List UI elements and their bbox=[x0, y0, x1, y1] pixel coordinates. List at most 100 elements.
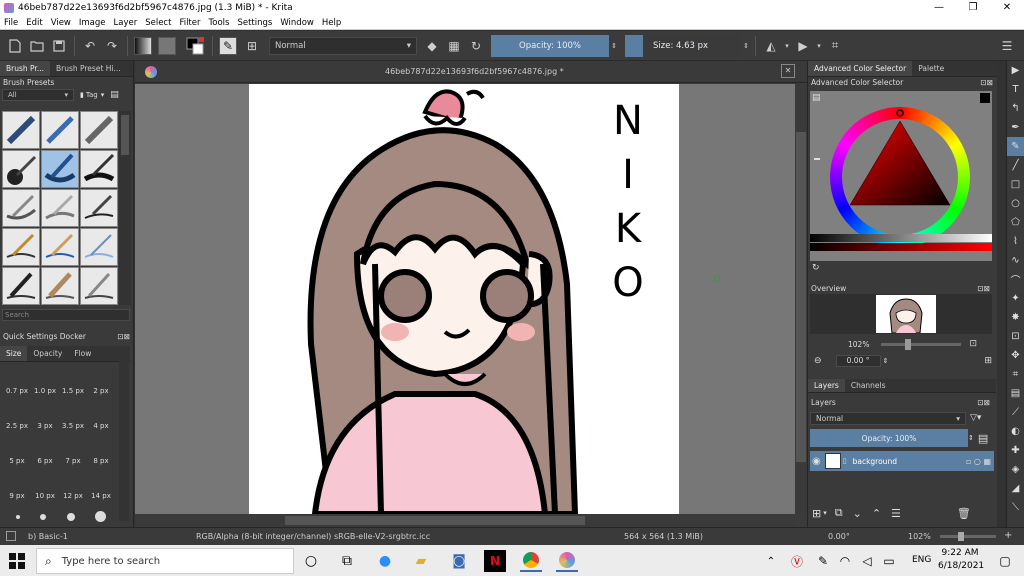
size-spin-icon[interactable]: ⇕ bbox=[741, 35, 751, 57]
delete-layer-icon[interactable]: 🗑 bbox=[957, 507, 971, 520]
status-zoom-handle[interactable] bbox=[958, 532, 964, 541]
brush-preset-tile[interactable] bbox=[80, 267, 118, 305]
crop-tool-icon[interactable]: ⌗ bbox=[1007, 365, 1024, 384]
status-zoom-slider[interactable] bbox=[940, 532, 996, 541]
size-option[interactable]: 1.0 px bbox=[31, 387, 59, 395]
clock-date[interactable]: 6/18/2021 bbox=[938, 561, 984, 571]
docker-float-close-icon[interactable]: ⊡⊠ bbox=[117, 331, 130, 342]
layer-name[interactable]: background bbox=[853, 457, 897, 466]
size-option[interactable]: 10 px bbox=[31, 492, 59, 500]
brush-preset-icon[interactable]: ✎ bbox=[217, 35, 239, 57]
size-option[interactable]: 3.5 px bbox=[59, 422, 87, 430]
dynamic-brush-tool-icon[interactable]: ✦ bbox=[1007, 289, 1024, 308]
show-hidden-icons-icon[interactable]: ⌃ bbox=[760, 550, 782, 572]
color-slider-bar[interactable] bbox=[810, 243, 992, 251]
undo-icon[interactable]: ↶ bbox=[79, 35, 101, 57]
rotation-spin-icon[interactable]: ⇕ bbox=[883, 357, 889, 365]
cursor-tool-icon[interactable]: ▶ bbox=[1007, 61, 1024, 80]
brush-preset-tile-selected[interactable] bbox=[41, 150, 79, 188]
mirror-view-icon[interactable]: ⊞ bbox=[984, 356, 992, 366]
menu-edit[interactable]: Edit bbox=[26, 18, 42, 28]
brush-filter-dropdown[interactable]: All ▾ bbox=[2, 89, 74, 101]
layer-lock-icon[interactable]: ▫ ○ ▦ bbox=[966, 457, 991, 466]
gradient-tool-icon[interactable]: ▤ bbox=[1007, 384, 1024, 403]
zoom-in-icon[interactable]: + bbox=[1004, 530, 1012, 541]
rotation-input[interactable]: 0.00 ° bbox=[835, 355, 881, 367]
brush-preset-tile[interactable] bbox=[80, 228, 118, 266]
tab-opacity[interactable]: Opacity bbox=[27, 346, 68, 361]
brush-preset-tile[interactable] bbox=[41, 228, 79, 266]
size-dot-icon[interactable] bbox=[40, 513, 47, 520]
docker-float-close-icon[interactable]: ⊡⊠ bbox=[977, 283, 990, 294]
brush-preset-tile[interactable] bbox=[2, 267, 40, 305]
size-option[interactable]: 0.7 px bbox=[3, 387, 31, 395]
drawing-canvas[interactable] bbox=[135, 84, 795, 517]
flow-slider[interactable] bbox=[625, 34, 643, 57]
text-tool-icon[interactable]: T bbox=[1007, 80, 1024, 99]
tab-advanced-color-selector[interactable]: Advanced Color Selector bbox=[808, 61, 913, 76]
size-option[interactable]: 3 px bbox=[31, 422, 59, 430]
canvas-viewport[interactable]: N I K O bbox=[135, 84, 795, 517]
tab-flow[interactable]: Flow bbox=[68, 346, 97, 361]
task-view-icon[interactable]: ⧉ bbox=[336, 550, 358, 572]
size-slider[interactable]: Size: 4.63 px bbox=[649, 34, 741, 57]
open-folder-icon[interactable] bbox=[26, 35, 48, 57]
windows-start-icon[interactable] bbox=[6, 550, 28, 572]
docker-float-close-icon[interactable]: ⊡⊠ bbox=[977, 397, 990, 408]
move-tool-icon[interactable]: ✥ bbox=[1007, 346, 1024, 365]
menu-settings[interactable]: Settings bbox=[237, 18, 272, 28]
eye-icon[interactable]: ◉ bbox=[812, 456, 821, 467]
zoom-app-icon[interactable]: ● bbox=[374, 550, 396, 572]
antivirus-tray-icon[interactable]: Ⓥ bbox=[786, 550, 808, 572]
hamburger-menu-icon[interactable]: ☰ bbox=[996, 35, 1018, 57]
rotate-icon[interactable]: ⊖ bbox=[814, 356, 822, 366]
quick-settings-scrollbar[interactable] bbox=[119, 361, 129, 521]
tab-channels[interactable]: Channels bbox=[845, 379, 892, 392]
polyline-tool-icon[interactable]: ⌇ bbox=[1007, 232, 1024, 251]
brush-preset-tile[interactable] bbox=[80, 150, 118, 188]
brush-preset-tile[interactable] bbox=[2, 111, 40, 149]
document-tab-title[interactable]: 46beb787d22e13693f6d2bf5967c4876.jpg * bbox=[385, 67, 564, 76]
clock-time[interactable]: 9:22 AM bbox=[938, 548, 982, 558]
size-option[interactable]: 14 px bbox=[87, 492, 115, 500]
line-tool-icon[interactable]: ╱ bbox=[1007, 156, 1024, 175]
duplicate-layer-icon[interactable]: ⧉ bbox=[835, 506, 843, 520]
size-option[interactable]: 9 px bbox=[3, 492, 31, 500]
brush-search-input[interactable]: Search bbox=[2, 309, 130, 321]
menu-select[interactable]: Select bbox=[145, 18, 171, 28]
zoom-slider[interactable] bbox=[881, 338, 962, 350]
polygon-tool-icon[interactable]: ⬠ bbox=[1007, 213, 1024, 232]
blend-mode-dropdown[interactable]: Normal ▾ bbox=[269, 36, 417, 55]
size-option[interactable]: 6 px bbox=[31, 457, 59, 465]
layer-properties-icon[interactable]: ▤ bbox=[978, 432, 988, 445]
size-dot-icon[interactable] bbox=[94, 511, 106, 522]
size-option[interactable]: 5 px bbox=[3, 457, 31, 465]
edit-shapes-tool-icon[interactable]: ↰ bbox=[1007, 99, 1024, 118]
tab-size[interactable]: Size bbox=[0, 346, 28, 361]
menu-filter[interactable]: Filter bbox=[179, 18, 200, 28]
fit-view-icon[interactable]: ⊡ bbox=[969, 339, 977, 349]
brush-preset-tile[interactable] bbox=[41, 189, 79, 227]
smart-patch-tool-icon[interactable]: ✚ bbox=[1007, 441, 1024, 460]
wifi-icon[interactable]: ◠ bbox=[834, 550, 856, 572]
close-document-button[interactable]: ✕ bbox=[781, 64, 795, 78]
lock-icon[interactable]: ▯ bbox=[843, 457, 847, 465]
tab-brush-presets[interactable]: Brush Pr... bbox=[0, 61, 50, 76]
zoom-slider-handle[interactable] bbox=[905, 338, 912, 350]
new-document-icon[interactable] bbox=[4, 35, 26, 57]
brush-preset-tile[interactable] bbox=[80, 189, 118, 227]
horizontal-scrollbar[interactable] bbox=[135, 514, 795, 527]
chrome-icon[interactable] bbox=[520, 550, 542, 572]
krita-taskbar-icon[interactable] bbox=[556, 550, 578, 572]
volume-icon[interactable]: ◁ bbox=[856, 550, 878, 572]
color-picker-tool-icon[interactable]: ⟋ bbox=[1007, 403, 1024, 422]
fg-bg-color-icon[interactable] bbox=[182, 35, 208, 57]
brush-grid-scrollbar[interactable] bbox=[119, 111, 131, 305]
brush-preset-tile[interactable] bbox=[80, 111, 118, 149]
chevron-down-icon[interactable]: ▾ bbox=[814, 35, 824, 57]
language-indicator[interactable]: ENG bbox=[912, 555, 931, 565]
close-button[interactable]: ✕ bbox=[990, 0, 1024, 16]
brush-preset-tile[interactable] bbox=[2, 189, 40, 227]
taskbar-search-box[interactable]: ⌕ Type here to search bbox=[36, 548, 294, 574]
layer-row[interactable]: ◉ ▯ background ▫ ○ ▦ bbox=[810, 451, 994, 471]
